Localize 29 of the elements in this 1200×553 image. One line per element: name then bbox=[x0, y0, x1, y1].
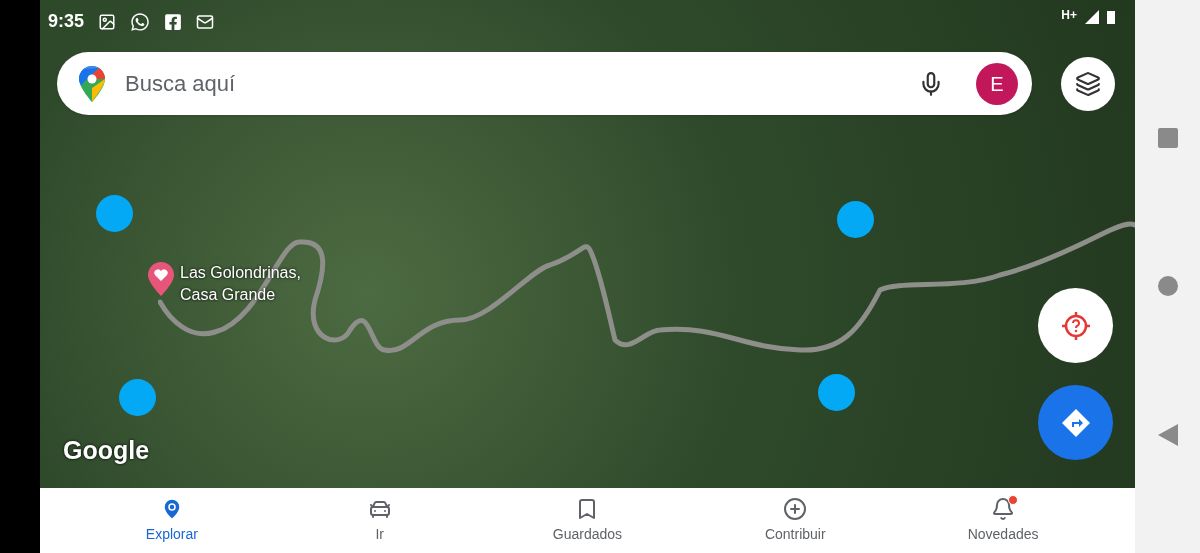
nav-tab[interactable]: Novedades bbox=[899, 488, 1107, 553]
directions-icon bbox=[1060, 407, 1091, 438]
signal-icon bbox=[1085, 10, 1099, 24]
recent-apps-button[interactable] bbox=[1157, 127, 1178, 148]
home-button[interactable] bbox=[1157, 275, 1178, 296]
satellite-map-photo[interactable]: 9:35 H+ Busca aquí E Las Golondrinas, Casa Grande Google bbox=[40, 0, 1135, 488]
nav-tab[interactable]: Ir bbox=[275, 488, 484, 553]
nav-tab[interactable]: Contribuir bbox=[691, 488, 900, 553]
google-logo: Google bbox=[63, 435, 150, 466]
location-unknown-icon bbox=[1060, 310, 1091, 341]
map-pin-logo-icon bbox=[79, 65, 105, 102]
chat-bubble-icon bbox=[130, 11, 151, 32]
search-bar[interactable]: Busca aquí E bbox=[57, 52, 1032, 115]
bell-icon bbox=[991, 496, 1016, 521]
plus-circle-icon bbox=[783, 496, 808, 521]
network-type: H+ bbox=[1061, 7, 1077, 24]
search-field[interactable]: Busca aquí bbox=[125, 67, 918, 100]
nav-tab[interactable]: Guardados bbox=[483, 488, 692, 553]
heart-pin-icon[interactable] bbox=[148, 262, 174, 296]
layers-icon bbox=[1075, 71, 1101, 97]
facebook-icon bbox=[164, 12, 183, 31]
battery-icon bbox=[1107, 10, 1115, 24]
back-button[interactable] bbox=[1157, 423, 1178, 446]
clock-time: 9:35 bbox=[48, 10, 85, 33]
mail-icon bbox=[196, 12, 215, 31]
nav-tab[interactable]: Explorar bbox=[68, 488, 276, 553]
account-avatar[interactable]: E bbox=[976, 62, 1018, 105]
image-icon bbox=[98, 12, 117, 31]
place-label[interactable]: Las Golondrinas, Casa Grande bbox=[180, 262, 320, 306]
